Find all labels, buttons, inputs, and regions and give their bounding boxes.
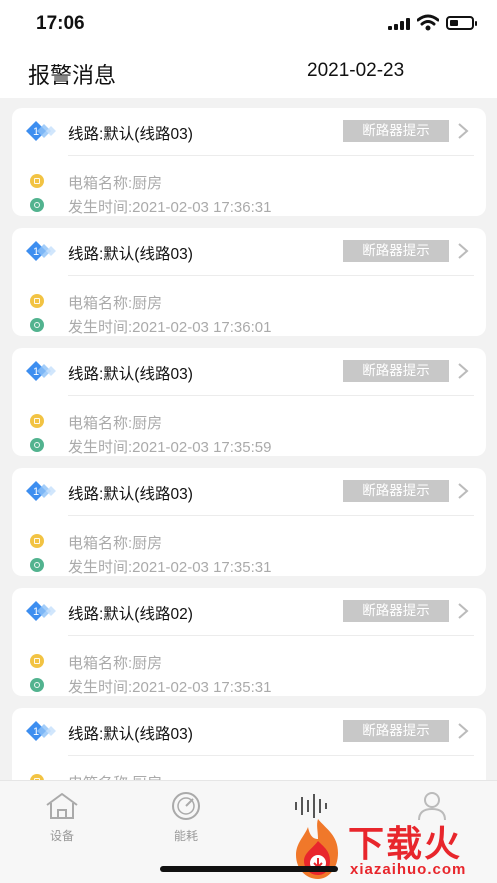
svg-text:1: 1 [33, 366, 39, 378]
tab-label: 能耗 [173, 829, 198, 843]
breaker-alert-tag: 断路器提示 [343, 120, 449, 142]
occurred-time: 发生时间:2021-02-03 17:36:31 [68, 199, 272, 216]
status-bar: 17:06 [0, 0, 497, 48]
chevron-right-icon[interactable] [456, 601, 470, 621]
box-icon [30, 294, 44, 308]
svg-text:1: 1 [33, 246, 39, 258]
circuit-number-badge-icon: 1 [26, 601, 56, 621]
breaker-alert-tag: 断路器提示 [343, 360, 449, 382]
occurred-time: 发生时间:2021-02-03 17:36:01 [68, 319, 272, 336]
circuit-number-badge-icon: 1 [26, 721, 56, 741]
box-icon [30, 654, 44, 668]
clock-icon [30, 198, 44, 212]
box-name: 电箱名称:厨房 [68, 655, 163, 672]
clock-icon [30, 318, 44, 332]
home-indicator[interactable] [160, 866, 338, 872]
circuit-title: 线路:默认(线路02) [68, 606, 193, 623]
svg-text:1: 1 [33, 606, 39, 618]
watermark-logo: 下载火 xiazaihuo.com [290, 815, 495, 883]
divider [68, 515, 474, 516]
alarm-card[interactable]: 1 线路:默认(线路03) 断路器提示 电箱名称:厨房 发生时间:2021-02… [12, 468, 486, 576]
gauge-icon [172, 792, 200, 820]
occurred-time: 发生时间:2021-02-03 17:35:59 [68, 439, 272, 456]
date-filter[interactable]: 2021-02-23 [307, 60, 404, 82]
box-name: 电箱名称:厨房 [68, 535, 163, 552]
chevron-right-icon[interactable] [456, 721, 470, 741]
alarm-card[interactable]: 1 线路:默认(线路03) 断路器提示 电箱名称:厨房 发生时间:2021-02… [12, 348, 486, 456]
box-name: 电箱名称:厨房 [68, 175, 163, 192]
tab-devices[interactable]: 设备 [22, 791, 102, 844]
battery-icon [446, 16, 477, 30]
wifi-icon [417, 14, 439, 31]
box-icon [30, 534, 44, 548]
circuit-number-badge-icon: 1 [26, 241, 56, 261]
svg-text:1: 1 [33, 126, 39, 138]
page-title: 报警消息 [28, 63, 117, 88]
divider [68, 155, 474, 156]
breaker-alert-tag: 断路器提示 [343, 600, 449, 622]
alarm-card[interactable]: 1 线路:默认(线路02) 断路器提示 电箱名称:厨房 发生时间:2021-02… [12, 588, 486, 696]
page-header: 报警消息 2021-02-23 [0, 48, 497, 98]
watermark-text: 下载火 [348, 823, 463, 864]
chevron-right-icon[interactable] [456, 361, 470, 381]
alarm-card[interactable]: 1 线路:默认(线路03) 断路器提示 电箱名称:厨房 [12, 708, 486, 780]
box-name: 电箱名称:厨房 [68, 415, 163, 432]
circuit-title: 线路:默认(线路03) [68, 366, 193, 383]
chevron-right-icon[interactable] [456, 241, 470, 261]
tab-energy[interactable]: 能耗 [146, 791, 226, 844]
circuit-title: 线路:默认(线路03) [68, 126, 193, 143]
chevron-right-icon[interactable] [456, 121, 470, 141]
svg-text:1: 1 [33, 726, 39, 738]
circuit-title: 线路:默认(线路03) [68, 726, 193, 743]
divider [68, 755, 474, 756]
box-name: 电箱名称:厨房 [68, 772, 162, 780]
circuit-number-badge-icon: 1 [26, 361, 56, 381]
circuit-number-badge-icon: 1 [26, 121, 56, 141]
occurred-time: 发生时间:2021-02-03 17:35:31 [68, 679, 272, 696]
tab-label: 设备 [49, 829, 74, 843]
cellular-signal-icon [388, 18, 410, 30]
occurred-time: 发生时间:2021-02-03 17:35:31 [68, 559, 272, 576]
clock-icon [30, 678, 44, 692]
divider [68, 635, 474, 636]
box-name: 电箱名称:厨房 [68, 295, 163, 312]
box-icon [30, 174, 44, 188]
circuit-number-badge-icon: 1 [26, 481, 56, 501]
clock-icon [30, 438, 44, 452]
clock-icon [30, 558, 44, 572]
divider [68, 275, 474, 276]
circuit-title: 线路:默认(线路03) [68, 486, 193, 503]
breaker-alert-tag: 断路器提示 [343, 480, 449, 502]
svg-text:1: 1 [33, 486, 39, 498]
status-time: 17:06 [36, 13, 85, 34]
box-icon [30, 414, 44, 428]
breaker-alert-tag: 断路器提示 [343, 720, 449, 742]
divider [68, 395, 474, 396]
circuit-title: 线路:默认(线路03) [68, 246, 193, 263]
alarm-card[interactable]: 1 线路:默认(线路03) 断路器提示 电箱名称:厨房 发生时间:2021-02… [12, 108, 486, 216]
home-icon [46, 793, 78, 819]
watermark-url: xiazaihuo.com [350, 861, 467, 878]
chevron-right-icon[interactable] [456, 481, 470, 501]
alarm-list[interactable]: 1 线路:默认(线路03) 断路器提示 电箱名称:厨房 发生时间:2021-02… [0, 98, 497, 780]
alarm-card[interactable]: 1 线路:默认(线路03) 断路器提示 电箱名称:厨房 发生时间:2021-02… [12, 228, 486, 336]
breaker-alert-tag: 断路器提示 [343, 240, 449, 262]
